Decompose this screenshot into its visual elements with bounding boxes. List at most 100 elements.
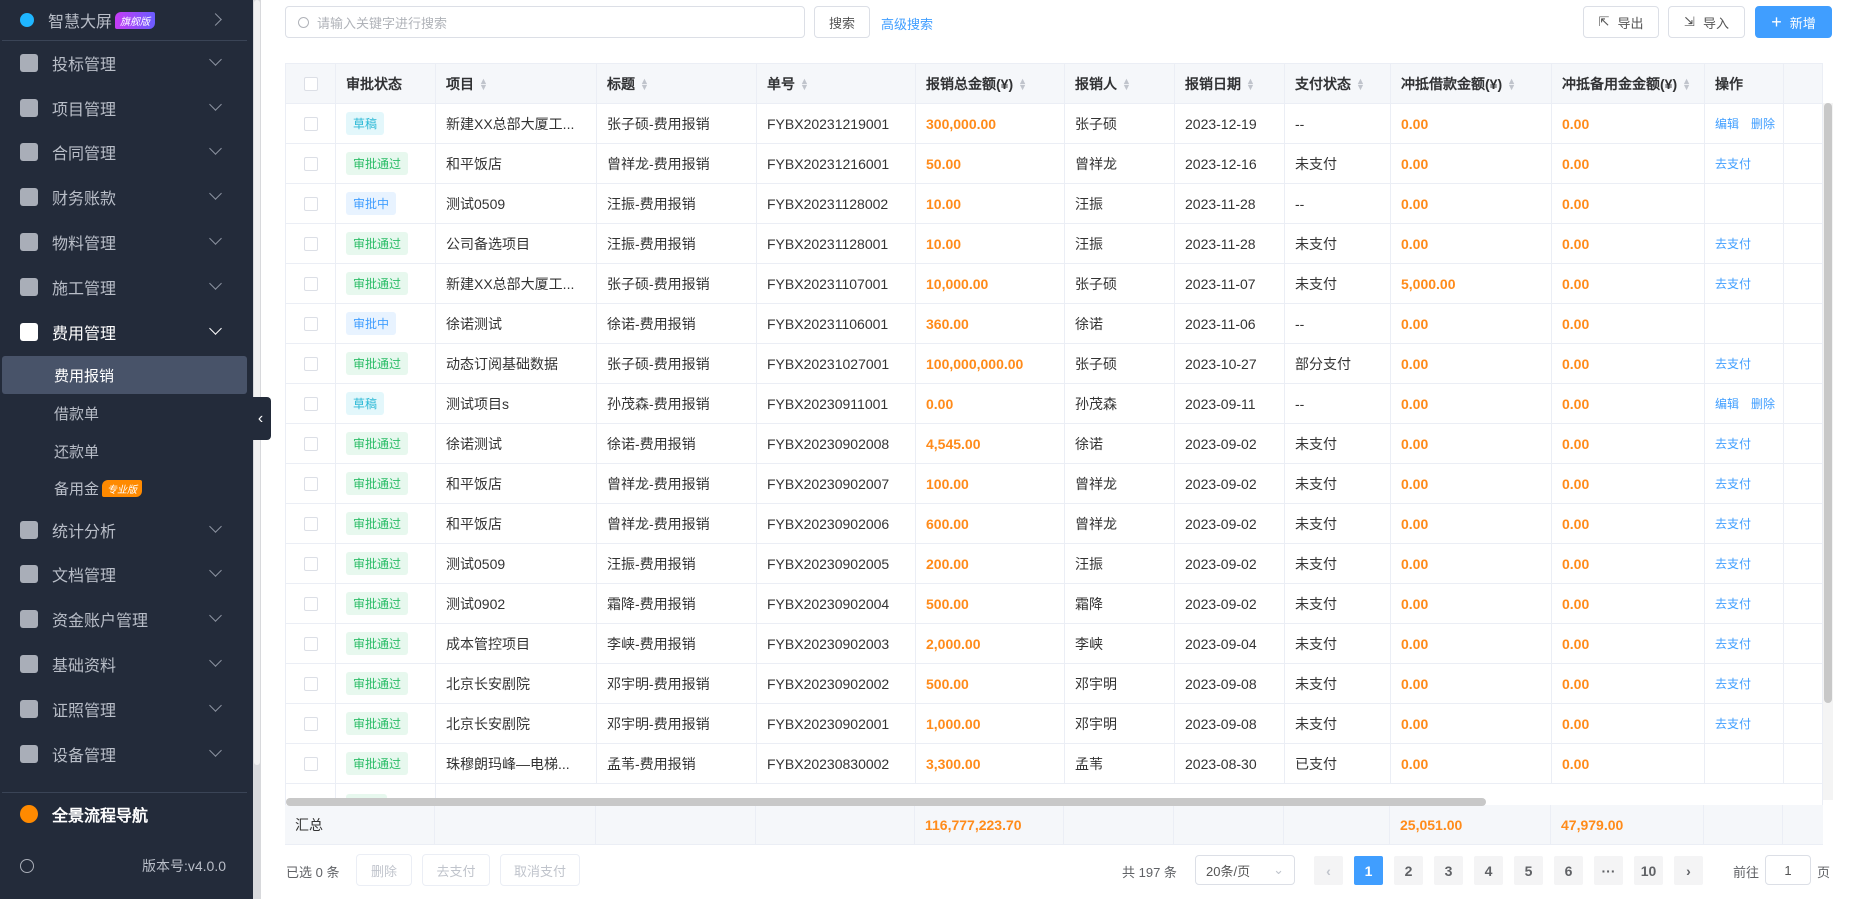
row-action-link[interactable]: 编辑 (1715, 115, 1739, 132)
prev-page-button[interactable]: ‹ (1314, 856, 1343, 885)
row-action-link[interactable]: 去支付 (1715, 675, 1751, 692)
sidebar-item-6[interactable]: 费用管理 (0, 312, 250, 352)
sidebar-item2-2[interactable]: 资金账户管理 (0, 599, 250, 639)
sidebar-item-5[interactable]: 施工管理 (0, 267, 250, 307)
sort-icon[interactable]: ▲ ▼ (1122, 76, 1131, 91)
row-action-link[interactable]: 去支付 (1715, 595, 1751, 612)
row-checkbox[interactable] (303, 156, 318, 171)
row-action-link[interactable]: 删除 (1751, 395, 1775, 412)
total-amount-cell: 600.00 (916, 504, 1065, 543)
row-checkbox[interactable] (303, 716, 318, 731)
sidebar-item2-1[interactable]: 文档管理 (0, 554, 250, 594)
sidebar-item-1[interactable]: 项目管理 (0, 88, 250, 128)
row-action-link[interactable]: 去支付 (1715, 355, 1751, 372)
sidebar-item-3[interactable]: 财务账款 (0, 177, 250, 217)
row-action-link[interactable]: 删除 (1751, 115, 1775, 132)
cancel-pay-button[interactable]: 取消支付 (500, 854, 580, 886)
batch-pay-button[interactable]: 去支付 (422, 854, 490, 886)
gear-icon[interactable] (20, 859, 34, 873)
row-checkbox[interactable] (303, 516, 318, 531)
column-header[interactable]: 项目 ▲ ▼ (436, 64, 597, 103)
sidebar-item2-0[interactable]: 统计分析 (0, 510, 250, 550)
page-button[interactable]: ··· (1594, 856, 1623, 885)
sidebar-item-2[interactable]: 合同管理 (0, 132, 250, 172)
search-button[interactable]: 搜索 (814, 6, 870, 38)
add-button[interactable]: + 新增 (1755, 6, 1832, 38)
sidebar-subitem-2[interactable]: 还款单 (2, 432, 247, 470)
page-button[interactable]: 5 (1514, 856, 1543, 885)
row-checkbox[interactable] (303, 236, 318, 251)
advanced-search-link[interactable]: 高级搜索 (881, 14, 933, 33)
sidebar-item2-4[interactable]: 证照管理 (0, 689, 250, 729)
row-checkbox[interactable] (303, 396, 318, 411)
row-action-link[interactable]: 去支付 (1715, 635, 1751, 652)
page-button[interactable]: 10 (1634, 856, 1663, 885)
sort-icon[interactable]: ▲ ▼ (1356, 76, 1365, 91)
row-action-link[interactable]: 去支付 (1715, 155, 1751, 172)
row-checkbox[interactable] (303, 316, 318, 331)
row-checkbox[interactable] (303, 356, 318, 371)
column-header[interactable]: 冲抵备用金金额(¥) ▲ ▼ (1552, 64, 1705, 103)
row-checkbox[interactable] (303, 436, 318, 451)
sort-icon[interactable]: ▲ ▼ (800, 76, 809, 91)
export-button[interactable]: ⇱ 导出 (1583, 6, 1659, 38)
next-page-button[interactable]: › (1674, 856, 1703, 885)
row-action-link[interactable]: 去支付 (1715, 715, 1751, 732)
collapse-sidebar-button[interactable]: ‹ (250, 397, 271, 440)
column-header[interactable]: 报销总金额(¥) ▲ ▼ (916, 64, 1065, 103)
row-checkbox-cell (286, 224, 336, 263)
page-button[interactable]: 3 (1434, 856, 1463, 885)
sort-icon[interactable]: ▲ ▼ (1682, 76, 1691, 91)
row-checkbox[interactable] (303, 556, 318, 571)
sort-icon[interactable]: ▲ ▼ (479, 76, 488, 91)
row-checkbox[interactable] (303, 756, 318, 771)
row-action-link[interactable]: 去支付 (1715, 555, 1751, 572)
row-checkbox[interactable] (303, 596, 318, 611)
sidebar-subitem-0[interactable]: 费用报销 (2, 356, 247, 394)
column-header[interactable]: 支付状态 ▲ ▼ (1285, 64, 1391, 103)
row-checkbox[interactable] (303, 636, 318, 651)
page-button[interactable]: 1 (1354, 856, 1383, 885)
search-input[interactable]: 请输入关键字进行搜索 (285, 6, 805, 38)
page-button[interactable]: 4 (1474, 856, 1503, 885)
row-action-link[interactable]: 去支付 (1715, 235, 1751, 252)
checkbox[interactable] (303, 76, 318, 91)
panorama-nav[interactable]: 全景流程导航 (0, 794, 250, 834)
row-checkbox[interactable] (303, 116, 318, 131)
sidebar-subitem-1[interactable]: 借款单 (2, 394, 247, 432)
row-action-link[interactable]: 编辑 (1715, 395, 1739, 412)
column-header[interactable]: 报销日期 ▲ ▼ (1175, 64, 1285, 103)
sort-icon[interactable]: ▲ ▼ (1018, 76, 1027, 91)
page-button[interactable]: 6 (1554, 856, 1583, 885)
select-all-checkbox[interactable] (286, 64, 336, 103)
sidebar-subitem-3[interactable]: 备用金 专业版 (2, 469, 247, 507)
sidebar-item-0[interactable]: 投标管理 (0, 43, 250, 83)
sidebar-scrollbar-thumb[interactable] (254, 0, 260, 765)
table-horizontal-scrollbar[interactable] (286, 798, 1486, 806)
batch-delete-button[interactable]: 删除 (356, 854, 412, 886)
sort-icon[interactable]: ▲ ▼ (1507, 76, 1516, 91)
column-header[interactable]: 冲抵借款金额(¥) ▲ ▼ (1391, 64, 1552, 103)
row-action-link[interactable]: 去支付 (1715, 515, 1751, 532)
column-header[interactable]: 单号 ▲ ▼ (757, 64, 916, 103)
row-checkbox[interactable] (303, 676, 318, 691)
table-vertical-scrollbar-thumb[interactable] (1824, 103, 1832, 703)
sidebar-item-4[interactable]: 物料管理 (0, 222, 250, 262)
page-size-select[interactable]: 20条/页 ⌄ (1195, 855, 1295, 885)
row-action-link[interactable]: 去支付 (1715, 475, 1751, 492)
row-action-link[interactable]: 去支付 (1715, 275, 1751, 292)
sidebar-item2-5[interactable]: 设备管理 (0, 734, 250, 774)
row-action-link[interactable]: 去支付 (1715, 435, 1751, 452)
column-header[interactable]: 标题 ▲ ▼ (597, 64, 757, 103)
sort-icon[interactable]: ▲ ▼ (640, 76, 649, 91)
row-checkbox[interactable] (303, 196, 318, 211)
page-button[interactable]: 2 (1394, 856, 1423, 885)
row-checkbox[interactable] (303, 276, 318, 291)
column-header[interactable]: 报销人 ▲ ▼ (1065, 64, 1175, 103)
row-checkbox[interactable] (303, 476, 318, 491)
sort-icon[interactable]: ▲ ▼ (1246, 76, 1255, 91)
import-button[interactable]: ⇲ 导入 (1668, 6, 1745, 38)
goto-page-input[interactable]: 1 (1765, 855, 1811, 885)
sidebar-item-big-screen[interactable]: 智慧大屏 旗舰版 (0, 0, 250, 40)
sidebar-item2-3[interactable]: 基础资料 (0, 644, 250, 684)
